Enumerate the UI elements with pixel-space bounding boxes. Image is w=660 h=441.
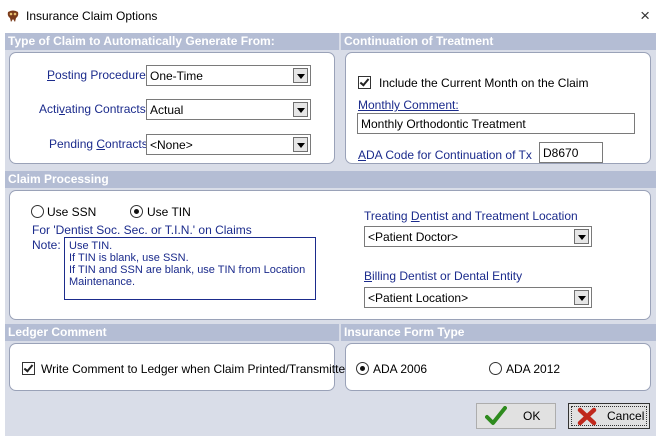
chevron-down-icon[interactable]	[293, 137, 308, 152]
chevron-down-icon[interactable]	[293, 68, 308, 83]
ada-2006-label: ADA 2006	[373, 362, 428, 376]
note-line: Maintenance.	[69, 276, 136, 288]
use-ssn-radio[interactable]	[31, 205, 44, 218]
include-current-month-checkbox[interactable]	[358, 76, 371, 89]
note-box: Use TIN. If TIN is blank, use SSN. If TI…	[64, 237, 316, 300]
type-of-claim-panel: Posting Procedures One-Time Activating C…	[9, 52, 335, 164]
type-of-claim-header: Type of Claim to Automatically Generate …	[5, 33, 339, 50]
chevron-down-icon[interactable]	[574, 290, 589, 305]
pending-contracts-label: Pending Contracts	[49, 137, 148, 151]
write-comment-label: Write Comment to Ledger when Claim Print…	[41, 362, 352, 376]
insurance-form-type-header: Insurance Form Type	[341, 324, 656, 341]
include-current-month-label: Include the Current Month on the Claim	[379, 76, 589, 90]
cancel-button[interactable]: Cancel	[568, 403, 650, 429]
ledger-comment-panel: Write Comment to Ledger when Claim Print…	[9, 343, 352, 391]
dentist-note-caption: For 'Dentist Soc. Sec. or T.I.N.' on Cla…	[32, 223, 252, 237]
claim-processing-header: Claim Processing	[5, 171, 656, 188]
write-comment-checkbox[interactable]	[22, 362, 35, 375]
treating-dentist-label: Treating Dentist and Treatment Location	[364, 209, 578, 223]
ada-2012-radio[interactable]	[489, 362, 502, 375]
cancel-x-icon	[577, 407, 597, 426]
treating-dentist-select[interactable]: <Patient Doctor>	[364, 226, 592, 247]
tooth-app-icon	[7, 10, 19, 22]
chevron-down-icon[interactable]	[574, 229, 589, 244]
monthly-comment-label: Monthly Comment:	[358, 98, 459, 112]
dialog-body: Type of Claim to Automatically Generate …	[5, 33, 656, 436]
use-tin-label: Use TIN	[147, 205, 191, 219]
ok-button[interactable]: OK	[476, 403, 556, 429]
claim-processing-panel: Use SSN Use TIN For 'Dentist Soc. Sec. o…	[9, 190, 651, 320]
close-icon[interactable]: ×	[640, 6, 650, 26]
billing-dentist-select[interactable]: <Patient Location>	[364, 287, 592, 308]
ada-code-label: ADA Code for Continuation of Tx	[358, 148, 532, 162]
title-bar: Insurance Claim Options ×	[0, 0, 660, 33]
use-tin-radio[interactable]	[130, 205, 143, 218]
note-line: If TIN is blank, use SSN.	[69, 252, 189, 264]
chevron-down-icon[interactable]	[293, 102, 308, 117]
continuation-panel: Include the Current Month on the Claim M…	[345, 52, 651, 164]
activating-contracts-select[interactable]: Actual	[146, 99, 311, 120]
posting-procedures-select[interactable]: One-Time	[146, 65, 311, 86]
window-title: Insurance Claim Options	[26, 9, 158, 23]
use-ssn-label: Use SSN	[47, 205, 97, 219]
note-line: Use TIN.	[69, 240, 113, 252]
monthly-comment-input[interactable]: Monthly Orthodontic Treatment	[357, 113, 635, 134]
pending-contracts-select[interactable]: <None>	[146, 134, 311, 155]
ok-label: OK	[523, 409, 541, 423]
ada-code-input[interactable]: D8670	[539, 142, 603, 163]
billing-dentist-label: Billing Dentist or Dental Entity	[364, 269, 523, 283]
posting-procedures-label: Posting Procedures	[47, 68, 152, 82]
note-label: Note:	[32, 238, 61, 252]
continuation-header: Continuation of Treatment	[341, 33, 656, 50]
ada-2012-label: ADA 2012	[506, 362, 561, 376]
activating-contracts-label: Activating Contracts	[39, 102, 146, 116]
cancel-label: Cancel	[607, 409, 645, 423]
note-line: If TIN and SSN are blank, use TIN from L…	[69, 264, 306, 276]
ada-2006-radio[interactable]	[356, 362, 369, 375]
checkmark-icon	[485, 406, 507, 425]
ledger-comment-header: Ledger Comment	[5, 324, 339, 341]
insurance-form-type-panel: ADA 2006 ADA 2012	[345, 343, 651, 391]
